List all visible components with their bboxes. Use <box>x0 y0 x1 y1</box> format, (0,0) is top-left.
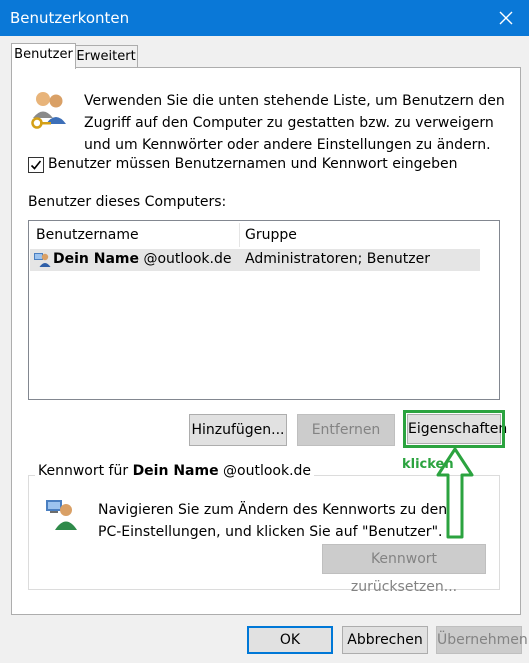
reset-password-button[interactable]: Kennwort zurücksetzen... <box>322 544 486 595</box>
checkbox-label: Benutzer müssen Benutzernamen und Kennwo… <box>48 156 458 172</box>
close-icon <box>499 11 513 25</box>
legend-name: Dein Name <box>132 463 219 479</box>
tab-erweitert[interactable]: Erweitert <box>74 45 138 68</box>
user-display-name: Dein Name <box>53 251 140 267</box>
tab-benutzer[interactable]: Benutzer <box>11 43 76 69</box>
legend-email: @outlook.de <box>218 463 312 479</box>
add-button[interactable]: Hinzufügen... <box>189 414 287 446</box>
cancel-button[interactable]: Abbrechen <box>342 626 428 654</box>
remove-button[interactable]: Entfernen <box>297 414 395 446</box>
column-header-group[interactable]: Gruppe <box>245 227 297 243</box>
users-list[interactable] <box>28 220 500 400</box>
tab-label: Erweitert <box>76 49 136 64</box>
user-security-icon <box>46 500 77 530</box>
column-header-username[interactable]: Benutzername <box>36 227 139 243</box>
password-group-legend: Kennwort für Dein Name @outlook.de <box>35 463 315 479</box>
require-login-checkbox[interactable] <box>28 157 44 173</box>
users-key-icon <box>31 92 66 129</box>
apply-button[interactable]: Übernehmen <box>436 626 528 654</box>
window-title: Benutzerkonten <box>10 9 130 27</box>
users-section-label: Benutzer dieses Computers: <box>28 194 227 210</box>
up-arrow-icon <box>436 447 474 539</box>
user-group-cell: Administratoren; Benutzer <box>245 251 430 267</box>
ok-button[interactable]: OK <box>247 626 333 654</box>
user-email: @outlook.de <box>143 251 232 267</box>
column-divider <box>239 223 240 247</box>
intro-text: Verwenden Sie die unten stehende Liste, … <box>84 93 505 153</box>
checkmark-icon <box>30 160 42 170</box>
close-button[interactable] <box>483 0 529 36</box>
password-group-text: Navigieren Sie zum Ändern des Kennworts … <box>98 502 448 540</box>
legend-prefix: Kennwort für <box>38 463 133 479</box>
user-name-cell: Dein Name @outlook.de <box>53 251 231 267</box>
title-bar: Benutzerkonten <box>0 0 529 36</box>
highlight-box <box>403 410 505 448</box>
user-list-icon <box>34 253 51 267</box>
tab-label: Benutzer <box>14 47 73 62</box>
